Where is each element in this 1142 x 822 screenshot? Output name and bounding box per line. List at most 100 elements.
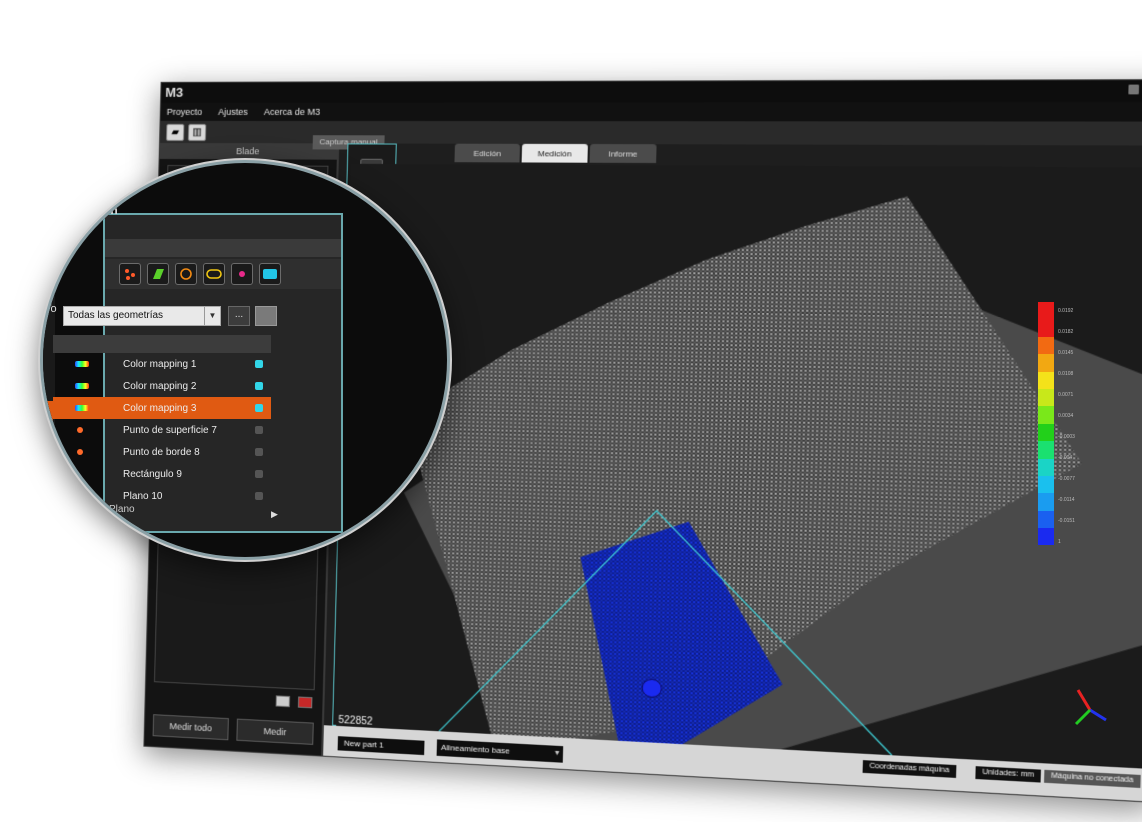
color-map-icon [75, 361, 89, 367]
color-scale-label: -0.004 [1058, 455, 1073, 461]
visibility-checkbox[interactable] [255, 470, 263, 478]
measure-button[interactable]: Medir [236, 718, 314, 745]
geometry-filter-select[interactable]: Todas las geometrías ▼ [63, 306, 221, 326]
visibility-checkbox[interactable] [255, 448, 263, 456]
visibility-checkbox[interactable] [255, 404, 263, 412]
color-scale-label: 0.0108 [1058, 371, 1074, 377]
left-bottom-icons [275, 695, 313, 709]
color-scale-segment [1038, 388, 1054, 407]
menu-proyecto[interactable]: Proyecto [167, 107, 203, 117]
visibility-checkbox[interactable] [255, 426, 263, 434]
visibility-checkbox[interactable] [255, 382, 263, 390]
tab-edicion[interactable]: Edición [454, 143, 521, 163]
color-scale-label: 0.0034 [1058, 413, 1074, 419]
magnifier-left-text: To [45, 303, 57, 315]
color-scale-segment [1038, 319, 1054, 337]
panel-tabs-row [105, 239, 341, 257]
machine-coords-badge: Coordenadas máquina [862, 760, 957, 778]
part-name-field[interactable]: New part 1 [337, 736, 425, 756]
color-scale-segment [1038, 458, 1054, 476]
color-scale-label: -0.0151 [1058, 518, 1075, 524]
list-item[interactable]: Rectángulo 9 [53, 463, 271, 485]
tab-informe[interactable]: Informe [589, 144, 657, 164]
minimize-button[interactable] [1128, 84, 1140, 95]
toolbar: ▰ ▥ [160, 120, 1142, 146]
color-scale-legend: 0.0192 0.0182 0.0145 0.0108 0.0071 0.0034 -0.0… [1038, 302, 1075, 546]
axis-gizmo-icon [1074, 689, 1107, 726]
color-scale-label: -0.0077 [1058, 476, 1075, 482]
window-controls [1128, 84, 1142, 95]
point-icon[interactable] [231, 263, 253, 285]
color-scale-label: 0.0192 [1058, 308, 1074, 314]
3d-viewport[interactable] [336, 163, 1142, 770]
list-item[interactable]: Color mapping 3 [53, 397, 271, 419]
magnifier-lens: To ón Todas las geometrías ▼ ... Color m… [40, 160, 450, 560]
delete-icon[interactable] [297, 696, 313, 709]
geometry-type-toolbar [105, 259, 341, 289]
list-header [53, 335, 271, 353]
color-scale-label: 0.0145 [1058, 350, 1074, 356]
color-scale-segment [1038, 493, 1054, 511]
point-icon [77, 449, 83, 455]
units-badge: Unidades: mm [975, 766, 1042, 783]
menu-ajustes[interactable]: Ajustes [218, 107, 248, 117]
menu-bar: Proyecto Ajustes Acerca de M3 [160, 101, 1142, 122]
probe-icon[interactable]: ▥ [187, 123, 207, 141]
plano-overflow-text: Plano [109, 504, 135, 515]
list-item-label: Color mapping 3 [123, 402, 197, 414]
visibility-checkbox[interactable] [255, 360, 263, 368]
color-scale-segment [1038, 510, 1054, 529]
panel-title: ón [103, 203, 118, 217]
app-logo: M3 [165, 84, 184, 100]
view-tabs: Edición Medición Informe [454, 143, 657, 164]
color-map-icon [75, 383, 89, 389]
plane-icon[interactable] [147, 263, 169, 285]
slot-icon[interactable] [203, 263, 225, 285]
list-item[interactable]: Color mapping 2 [53, 375, 271, 397]
color-scale-label: 0.0182 [1058, 329, 1074, 335]
color-scale-segment [1038, 423, 1054, 442]
geometry-list: Color mapping 1 Color mapping 2 Color mapp… [53, 335, 271, 507]
color-scale-label: -0.0003 [1058, 434, 1075, 440]
color-scale-segment [1038, 302, 1054, 320]
machine-status-badge: Máquina no conectada [1044, 769, 1141, 788]
points-icon[interactable] [119, 263, 141, 285]
list-item-label: Punto de borde 8 [123, 446, 200, 458]
circle-icon[interactable] [175, 263, 197, 285]
list-item[interactable]: Color mapping 1 [53, 353, 271, 375]
cylinder-icon[interactable] [259, 263, 281, 285]
list-item[interactable]: Punto de superficie 7 [53, 419, 271, 441]
point-icon [77, 427, 83, 433]
layers-icon[interactable]: ▰ [166, 123, 185, 141]
list-item-label: Plano 10 [123, 490, 163, 502]
measure-buttons: Medir todo Medir [152, 714, 314, 745]
list-item-label: Rectángulo 9 [123, 468, 182, 480]
menu-acerca[interactable]: Acerca de M3 [264, 107, 321, 117]
chevron-down-icon: ▼ [204, 307, 220, 325]
color-scale-label: 0.0071 [1058, 392, 1074, 398]
list-item[interactable]: Punto de borde 8 [53, 441, 271, 463]
scroll-arrow-icon[interactable]: ▶ [271, 509, 278, 520]
magnifier-selected-edge [43, 401, 53, 423]
visibility-checkbox[interactable] [255, 492, 263, 500]
color-scale-segment [1038, 475, 1054, 494]
tab-medicion[interactable]: Medición [521, 143, 588, 163]
geometry-filter-value: Todas las geometrías [68, 310, 164, 321]
alignment-value: Alineamiento base [440, 742, 511, 756]
color-scale-segment [1038, 354, 1054, 372]
alignment-select[interactable]: Alineamiento base ▼ [436, 739, 564, 763]
color-scale-segment [1038, 406, 1054, 424]
list-item[interactable]: Plano 10 [53, 485, 271, 507]
folder-icon[interactable] [275, 695, 291, 708]
list-item-label: Color mapping 1 [123, 358, 197, 370]
color-scale-segment [1038, 371, 1054, 389]
color-scale-label: -0.0114 [1058, 497, 1075, 503]
color-map-icon [75, 405, 89, 411]
color-scale-segment [1038, 528, 1054, 546]
color-scale-segment [1038, 441, 1054, 459]
point-cloud-scan[interactable] [336, 163, 1142, 770]
list-item-label: Color mapping 2 [123, 380, 197, 392]
filter-more-button[interactable]: ... [228, 306, 250, 326]
filter-list-button[interactable] [255, 306, 277, 326]
measure-all-button[interactable]: Medir todo [152, 714, 229, 741]
